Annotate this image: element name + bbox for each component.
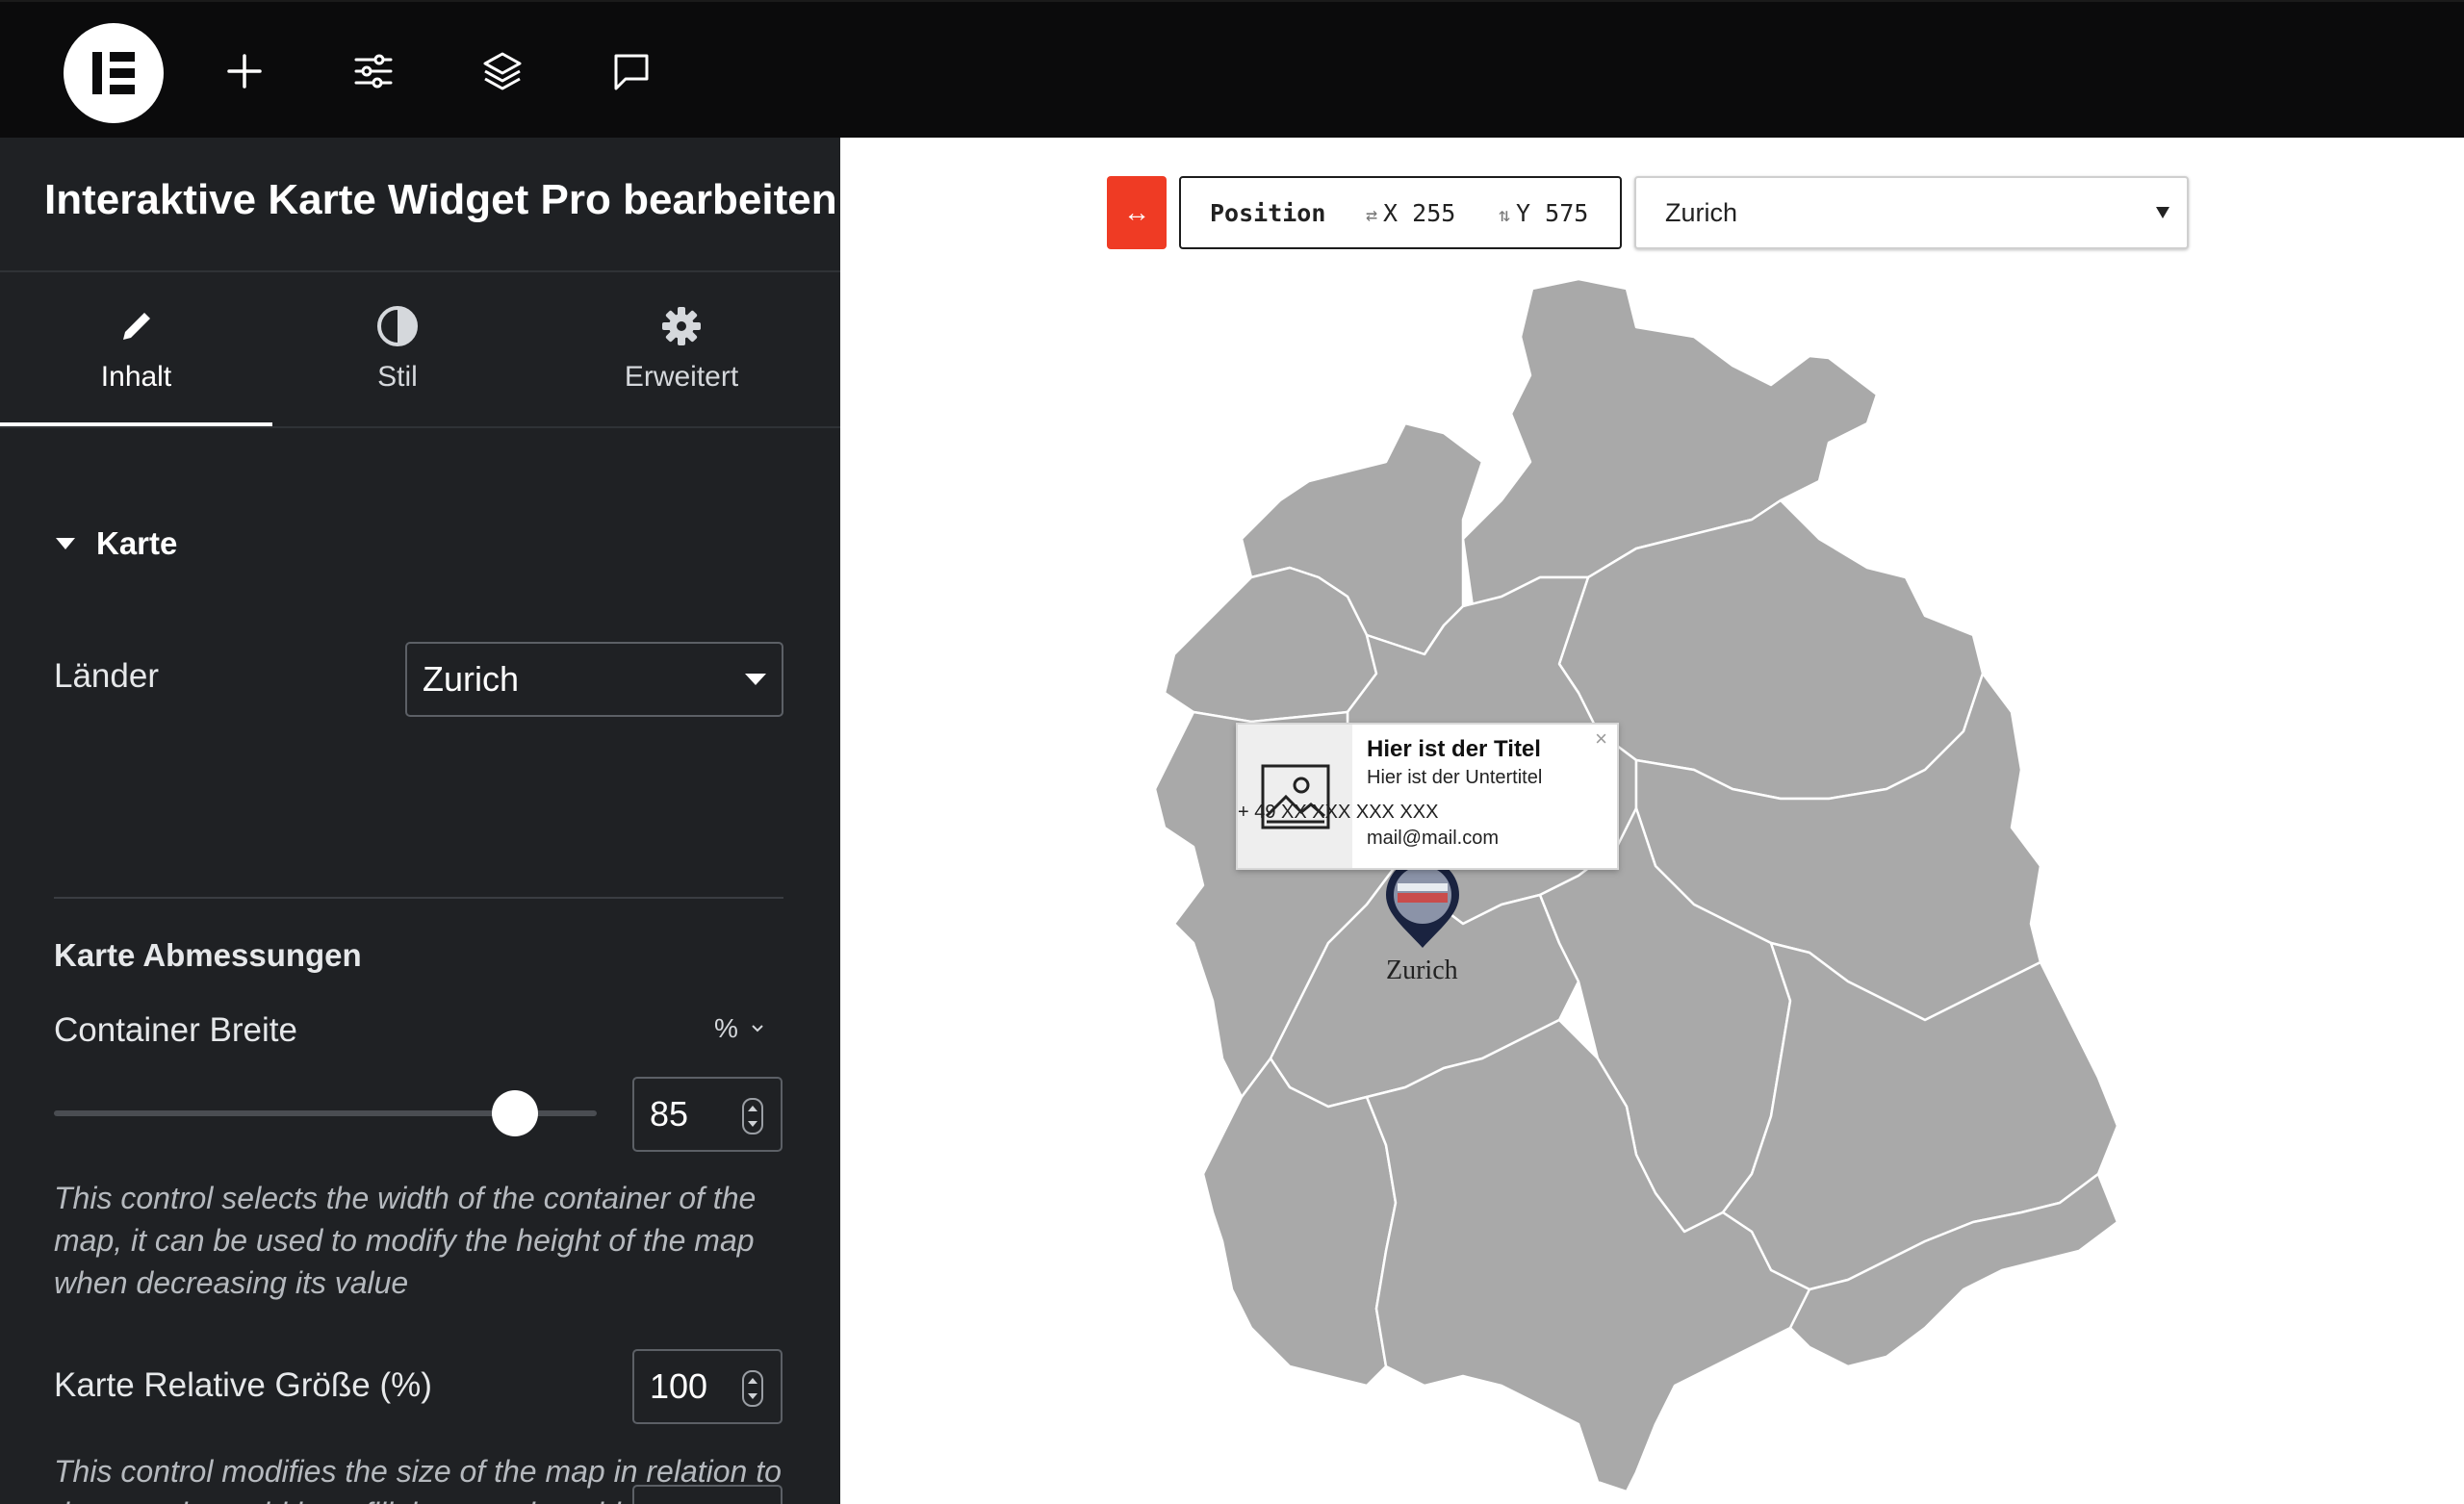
drag-handle-button[interactable]: ↔	[1107, 176, 1167, 249]
unit-selector[interactable]: %	[714, 1013, 765, 1044]
editor-panel: Interaktive Karte Widget Pro bearbeiten …	[0, 138, 840, 1504]
layers-icon	[483, 52, 522, 90]
arrows-icon: ⇄	[1366, 202, 1378, 226]
divider	[54, 897, 783, 899]
tab-label: Erweitert	[624, 361, 739, 393]
notes-button[interactable]	[597, 37, 666, 106]
position-readout[interactable]: Position ⇄ X 255 ⇅ Y 575	[1179, 176, 1622, 249]
pencil-icon	[122, 313, 150, 340]
structure-button[interactable]	[468, 37, 537, 106]
y-value: 575	[1545, 198, 1589, 227]
chevron-down-icon	[745, 674, 766, 685]
marker-label: Zurich	[1386, 956, 1458, 985]
container-width-label: Container Breite	[54, 1011, 297, 1049]
sliders-icon	[354, 54, 393, 89]
container-width-slider-handle[interactable]	[492, 1090, 539, 1136]
stepper-icon[interactable]	[742, 1370, 763, 1407]
y-label: Y	[1516, 198, 1531, 227]
position-label: Position	[1210, 198, 1326, 227]
countries-value: Zurich	[423, 659, 520, 699]
region-select[interactable]: Zurich	[1634, 176, 2189, 249]
tab-label: Inhalt	[100, 361, 172, 393]
arrows-icon: ⇅	[1499, 202, 1511, 226]
gear-icon	[662, 307, 701, 345]
tooltip-title: Hier ist der Titel	[1367, 736, 1541, 762]
region-select-value: Zurich	[1665, 197, 1738, 227]
x-label: X	[1383, 198, 1399, 227]
add-element-button[interactable]	[210, 37, 279, 106]
tab-label: Stil	[377, 361, 418, 393]
tooltip-email: mail@mail.com	[1367, 828, 1499, 849]
dimensions-heading: Karte Abmessungen	[54, 937, 362, 973]
site-settings-button[interactable]	[339, 37, 408, 106]
chevron-down-icon	[2156, 207, 2169, 218]
divider	[0, 270, 840, 272]
container-width-value: 85	[650, 1094, 689, 1134]
tab-inhalt[interactable]: Inhalt	[0, 303, 272, 417]
plus-icon	[227, 54, 262, 89]
divider	[0, 426, 840, 428]
unit-value: %	[714, 1013, 738, 1043]
stepper-icon[interactable]	[742, 1098, 763, 1134]
panel-title: Interaktive Karte Widget Pro bearbeiten	[44, 176, 837, 223]
elementor-logo[interactable]	[64, 23, 164, 123]
tooltip-subtitle: Hier ist der Untertitel	[1367, 767, 1543, 788]
relative-size-label: Karte Relative Größe (%)	[54, 1366, 432, 1404]
close-icon[interactable]: ×	[1595, 727, 1607, 752]
countries-select[interactable]: Zurich	[405, 642, 783, 717]
position-x: ⇄ X 255	[1366, 199, 1455, 227]
section-title: Karte	[96, 525, 178, 561]
editor-app: Interaktive Karte Widget Pro bearbeiten …	[0, 0, 2464, 1504]
horizontal-arrows-icon: ↔	[1123, 197, 1150, 227]
tab-stil[interactable]: Stil	[272, 303, 523, 417]
chat-bubble-icon	[614, 54, 649, 90]
countries-label: Länder	[54, 657, 159, 695]
section-karte-toggle[interactable]: Karte	[56, 525, 177, 562]
tooltip-image	[1238, 725, 1352, 868]
next-control-input[interactable]	[632, 1485, 783, 1504]
chevron-down-icon	[752, 1025, 763, 1032]
x-value: 255	[1412, 198, 1456, 227]
position-y: ⇅ Y 575	[1499, 199, 1588, 227]
container-width-help: This control selects the width of the co…	[54, 1181, 757, 1300]
caret-down-icon	[56, 538, 75, 549]
tab-erweitert[interactable]: Erweitert	[549, 303, 814, 417]
half-circle-icon	[377, 306, 418, 346]
top-toolbar	[0, 0, 2464, 138]
relative-size-input[interactable]: 100	[632, 1349, 783, 1424]
relative-size-value: 100	[650, 1366, 708, 1406]
container-width-input[interactable]: 85	[632, 1077, 783, 1152]
marker-tooltip[interactable]: Hier ist der Titel Hier ist der Untertit…	[1236, 723, 1619, 870]
tooltip-phone: + 49 XX XXX XXX XXX	[1238, 802, 1439, 823]
